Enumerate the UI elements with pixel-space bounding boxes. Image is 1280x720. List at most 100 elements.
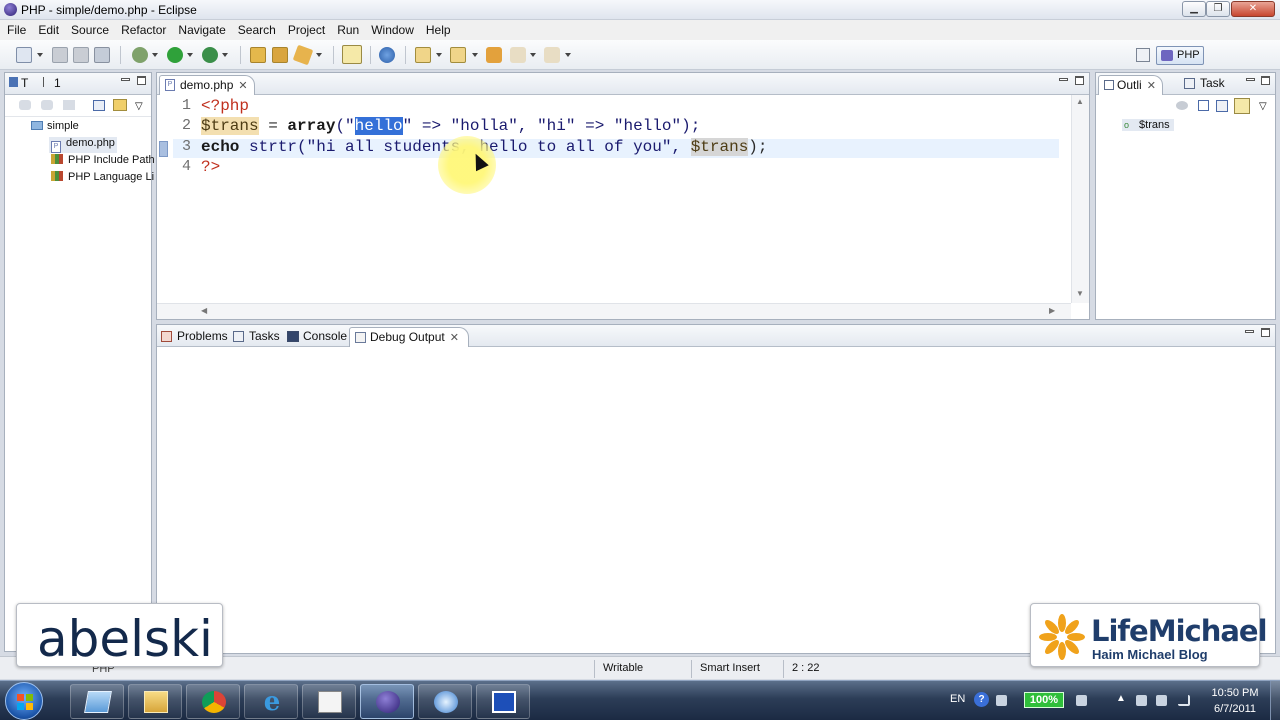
- maximize-icon[interactable]: [137, 76, 146, 85]
- open-folder-icon[interactable]: [250, 47, 266, 63]
- tree-item-include-path[interactable]: PHP Include Path: [51, 154, 155, 166]
- maximize-icon[interactable]: [1075, 76, 1084, 85]
- tab-tasks[interactable]: Task: [1184, 76, 1225, 90]
- help-icon[interactable]: ?: [974, 692, 989, 707]
- minimize-button[interactable]: ▁: [1182, 1, 1206, 17]
- forward-icon[interactable]: [41, 100, 53, 110]
- debug-icon[interactable]: [132, 47, 148, 63]
- maximize-icon[interactable]: [1261, 328, 1270, 337]
- run-icon[interactable]: [167, 47, 183, 63]
- close-button[interactable]: ✕: [1231, 1, 1275, 17]
- usb-icon[interactable]: [1136, 695, 1147, 706]
- volume-icon[interactable]: [1156, 695, 1167, 706]
- close-tab-icon[interactable]: ✕: [238, 80, 247, 92]
- menu-help[interactable]: Help: [426, 23, 451, 37]
- tray-options-icon[interactable]: [996, 695, 1007, 706]
- menu-project[interactable]: Project: [288, 23, 325, 37]
- save-all-icon[interactable]: [73, 47, 89, 63]
- run-dropdown-icon[interactable]: [187, 53, 193, 57]
- link-editor-icon[interactable]: [113, 99, 127, 111]
- code-editor[interactable]: 1 <?php 2 $trans = array("hello" => "hol…: [157, 95, 1071, 303]
- external-tools-dropdown-icon[interactable]: [222, 53, 228, 57]
- horizontal-scrollbar[interactable]: ◀ ▶: [157, 303, 1071, 319]
- scroll-right-icon[interactable]: ▶: [1049, 306, 1055, 315]
- language-indicator[interactable]: EN: [950, 693, 965, 705]
- open-perspective-icon[interactable]: [1136, 48, 1150, 62]
- up-icon[interactable]: [63, 100, 75, 110]
- perspective-php-button[interactable]: PHP: [1156, 46, 1204, 65]
- view-menu-icon[interactable]: ▽: [135, 101, 143, 112]
- outline-item-trans[interactable]: o $trans: [1122, 119, 1174, 131]
- network-signal-icon[interactable]: [1178, 695, 1190, 706]
- tree-item-demo-php[interactable]: Pdemo.php: [49, 137, 117, 153]
- menu-refactor[interactable]: Refactor: [121, 23, 166, 37]
- debug-dropdown-icon[interactable]: [152, 53, 158, 57]
- sort-icon[interactable]: [1216, 100, 1228, 112]
- taskbar-internet-explorer[interactable]: e: [244, 684, 298, 719]
- taskbar-recorder[interactable]: [476, 684, 530, 719]
- next-annotation-dropdown-icon[interactable]: [436, 53, 442, 57]
- collapse-all-icon[interactable]: [93, 100, 105, 111]
- tab-console[interactable]: Console: [287, 329, 347, 343]
- scroll-down-icon[interactable]: ▼: [1076, 289, 1084, 298]
- new-dropdown-icon[interactable]: [37, 53, 43, 57]
- vertical-scrollbar[interactable]: ▲ ▼: [1071, 95, 1089, 303]
- back-dropdown-icon[interactable]: [530, 53, 536, 57]
- show-desktop-button[interactable]: [1270, 681, 1280, 720]
- clock-time[interactable]: 10:50 PM: [1209, 687, 1261, 699]
- toggle-mark-icon[interactable]: [342, 45, 362, 64]
- taskbar-chrome[interactable]: [186, 684, 240, 719]
- maximize-button[interactable]: ❐: [1206, 1, 1230, 17]
- scroll-left-icon[interactable]: ◀: [201, 306, 207, 315]
- taskbar-eclipse[interactable]: [360, 684, 414, 719]
- minimize-icon[interactable]: [1246, 78, 1255, 81]
- menu-file[interactable]: File: [7, 23, 26, 37]
- external-tools-icon[interactable]: [202, 47, 218, 63]
- last-edit-icon[interactable]: [486, 47, 502, 63]
- save-icon[interactable]: [52, 47, 68, 63]
- minimize-icon[interactable]: [1245, 330, 1254, 333]
- taskbar-pdf-tool[interactable]: [302, 684, 356, 719]
- new-icon[interactable]: [16, 47, 32, 63]
- taskbar-explorer[interactable]: [128, 684, 182, 719]
- tab-tasks[interactable]: Tasks: [233, 329, 280, 343]
- clock-date[interactable]: 6/7/2011: [1209, 703, 1261, 715]
- menu-run[interactable]: Run: [337, 23, 359, 37]
- pen-dropdown-icon[interactable]: [316, 53, 322, 57]
- minimize-icon[interactable]: [1059, 78, 1068, 81]
- filter-icon[interactable]: [1176, 101, 1188, 110]
- print-icon[interactable]: [94, 47, 110, 63]
- minimize-icon[interactable]: [121, 78, 130, 81]
- next-annotation-icon[interactable]: [415, 47, 431, 63]
- collapse-all-icon[interactable]: [1198, 100, 1209, 111]
- prev-annotation-icon[interactable]: [450, 47, 466, 63]
- tab-outline[interactable]: Outli ✕: [1098, 75, 1163, 95]
- show-hidden-icons[interactable]: ▲: [1116, 693, 1126, 704]
- back-icon[interactable]: [19, 100, 31, 110]
- scroll-up-icon[interactable]: ▲: [1076, 97, 1084, 106]
- menu-source[interactable]: Source: [71, 23, 109, 37]
- menu-navigate[interactable]: Navigate: [178, 23, 225, 37]
- forward-icon[interactable]: [544, 47, 560, 63]
- power-icon[interactable]: [1076, 695, 1087, 706]
- view-menu-icon[interactable]: ▽: [1259, 101, 1267, 112]
- close-tab-icon[interactable]: ✕: [1147, 80, 1156, 92]
- menu-window[interactable]: Window: [371, 23, 414, 37]
- battery-indicator[interactable]: 100%: [1024, 692, 1064, 708]
- close-tab-icon[interactable]: ✕: [450, 332, 459, 344]
- start-button[interactable]: [5, 682, 43, 720]
- tab-problems[interactable]: Problems: [161, 329, 228, 343]
- menu-edit[interactable]: Edit: [38, 23, 59, 37]
- link-with-editor-icon[interactable]: [1234, 98, 1250, 114]
- tab-navigator[interactable]: 1: [43, 76, 61, 90]
- taskbar-safari[interactable]: [418, 684, 472, 719]
- open-project-icon[interactable]: [272, 47, 288, 63]
- pen-icon[interactable]: [292, 44, 314, 66]
- tab-type-hierarchy[interactable]: T: [9, 76, 28, 90]
- taskbar-notepad[interactable]: [70, 684, 124, 719]
- maximize-icon[interactable]: [1261, 76, 1270, 85]
- back-icon[interactable]: [510, 47, 526, 63]
- tree-item-language-library[interactable]: PHP Language Li: [51, 171, 154, 183]
- menu-search[interactable]: Search: [238, 23, 276, 37]
- prev-annotation-dropdown-icon[interactable]: [472, 53, 478, 57]
